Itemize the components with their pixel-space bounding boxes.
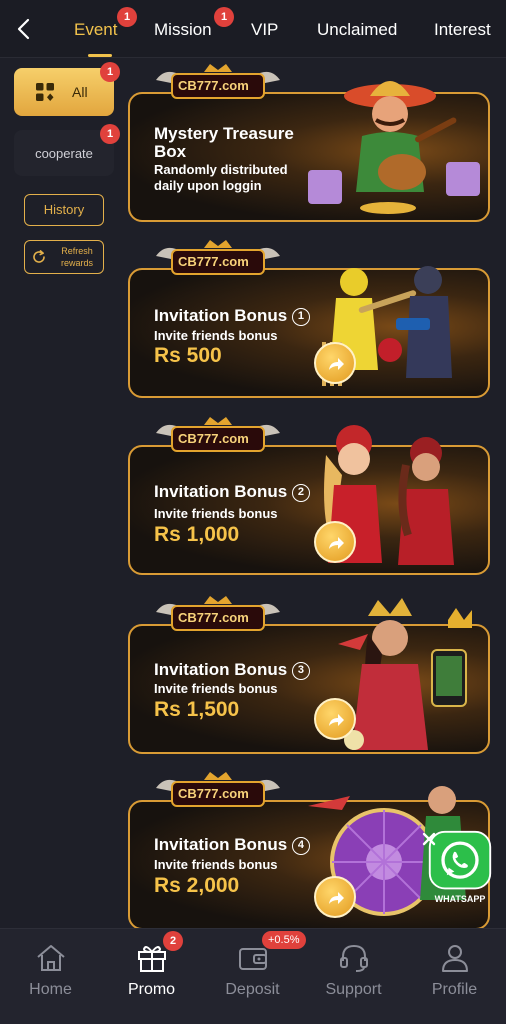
refresh-rewards-label: Refresh rewards xyxy=(60,246,93,268)
promo-title-line2: Box xyxy=(154,142,187,161)
nav-promo[interactable]: Promo xyxy=(101,929,202,1024)
promo-amount: Rs 500 xyxy=(154,344,222,367)
share-arrow-icon xyxy=(329,714,344,726)
nav-deposit-bonus-badge: +0.5% xyxy=(262,931,306,949)
category-cooperate-badge: 1 xyxy=(100,124,120,144)
close-icon xyxy=(422,832,436,846)
category-all-label: All xyxy=(72,84,88,100)
go-arrow-button[interactable] xyxy=(314,342,356,384)
promo-subtitle-line1: Randomly distributed xyxy=(154,162,288,177)
whatsapp-label: WHATSAPP xyxy=(434,894,486,904)
promo-amount: Rs 1,000 xyxy=(154,523,240,546)
promo-subtitle: Invite friends bonus xyxy=(154,681,278,696)
nav-promo-badge: 2 xyxy=(163,931,183,951)
tab-mission[interactable]: Mission xyxy=(154,20,212,40)
promo-amount: Rs 2,000 xyxy=(154,874,240,897)
user-icon xyxy=(442,945,468,972)
close-whatsapp-button[interactable] xyxy=(420,830,438,848)
nav-promo-label: Promo xyxy=(127,981,176,998)
refresh-rewards-button[interactable]: Refresh rewards xyxy=(24,240,104,274)
category-cooperate[interactable]: cooperate xyxy=(14,130,114,176)
tab-unclaimed[interactable]: Unclaimed xyxy=(317,20,397,40)
headset-icon xyxy=(340,944,368,972)
cb777-logo-text: CB777.com xyxy=(178,431,249,446)
cb777-logo-text: CB777.com xyxy=(178,786,249,801)
category-all[interactable]: All xyxy=(14,68,114,116)
promo-title: Invitation Bonus 2 xyxy=(154,482,310,502)
promo-card-invitation-bonus-1[interactable]: CB777.com Invitation Bonus 1 Invite frie… xyxy=(128,238,492,398)
history-button[interactable]: History xyxy=(24,194,104,226)
nav-profile-label: Profile xyxy=(431,981,478,998)
nav-home-label: Home xyxy=(29,981,72,998)
mariachi-guitar-illustration xyxy=(308,81,480,214)
nav-profile[interactable]: Profile xyxy=(404,929,505,1024)
nav-support[interactable]: Support xyxy=(303,929,404,1024)
cb777-logo-text: CB777.com xyxy=(178,254,249,269)
nav-deposit-label: Deposit xyxy=(225,981,280,998)
tab-interest[interactable]: Interest xyxy=(434,20,491,40)
share-arrow-icon xyxy=(329,892,344,904)
promo-card-invitation-bonus-3[interactable]: CB777.com Invitation Bonus 3 Invite frie… xyxy=(128,594,492,754)
tab-mission-badge: 1 xyxy=(214,7,234,27)
tab-vip[interactable]: VIP xyxy=(251,20,278,40)
cb777-logo-text: CB777.com xyxy=(178,610,249,625)
tab-event[interactable]: Event xyxy=(74,20,117,40)
share-arrow-icon xyxy=(329,537,344,549)
promo-title: Invitation Bonus 1 xyxy=(154,306,310,326)
promo-subtitle: Invite friends bonus xyxy=(154,857,278,872)
promo-title: Invitation Bonus 4 xyxy=(154,835,310,855)
cb777-logo-text: CB777.com xyxy=(178,78,249,93)
promo-subtitle-line2: daily upon loggin xyxy=(154,178,262,193)
go-arrow-button[interactable] xyxy=(314,698,356,740)
promo-card-mystery-treasure[interactable]: CB777.com Mystery Treasure Box Randomly … xyxy=(128,62,492,222)
category-grid-icon xyxy=(36,83,54,101)
share-arrow-icon xyxy=(329,358,344,370)
back-arrow-icon[interactable] xyxy=(12,16,36,42)
top-tab-bar: Event 1 Mission 1 VIP Unclaimed Interest xyxy=(0,0,506,58)
go-arrow-button[interactable] xyxy=(314,521,356,563)
promo-amount: Rs 1,500 xyxy=(154,698,240,721)
promo-title-line1: Mystery Treasure xyxy=(154,124,294,143)
promo-subtitle: Invite friends bonus xyxy=(154,506,278,521)
bottom-navigation: Home Promo 2 Deposit +0.5% Support Profi… xyxy=(0,928,506,1024)
nav-support-label: Support xyxy=(325,981,382,998)
home-icon xyxy=(37,945,65,971)
active-tab-indicator xyxy=(88,54,112,57)
go-arrow-button[interactable] xyxy=(314,876,356,918)
promo-card-invitation-bonus-2[interactable]: CB777.com Invitation Bonus 2 Invite frie… xyxy=(128,415,492,575)
nav-home[interactable]: Home xyxy=(0,929,101,1024)
refresh-icon xyxy=(33,250,45,263)
category-all-badge: 1 xyxy=(100,62,120,82)
promo-title: Invitation Bonus 3 xyxy=(154,660,310,680)
tab-event-badge: 1 xyxy=(117,7,137,27)
promo-subtitle: Invite friends bonus xyxy=(154,328,278,343)
category-cooperate-label: cooperate xyxy=(35,146,93,161)
